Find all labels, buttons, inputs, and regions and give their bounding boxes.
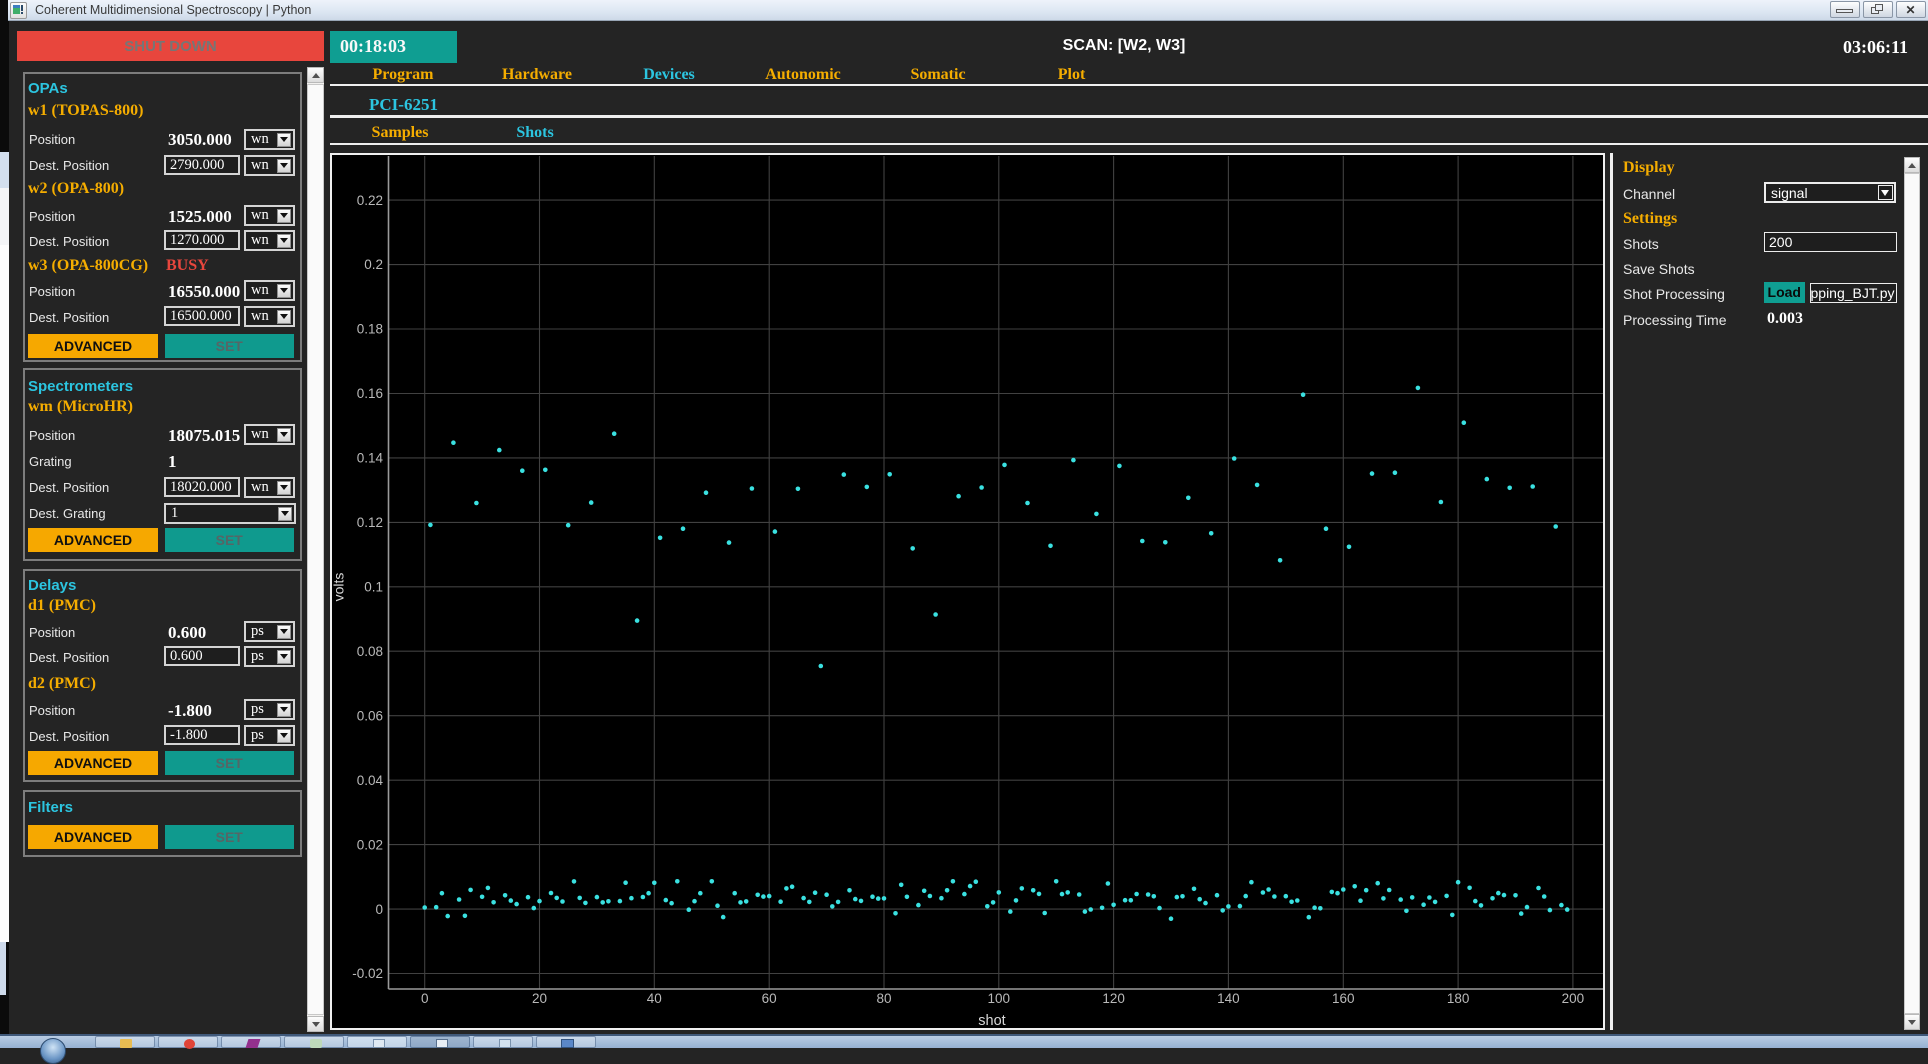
- svg-text:0.2: 0.2: [364, 257, 383, 272]
- svg-text:0.18: 0.18: [357, 322, 383, 337]
- svg-text:180: 180: [1447, 991, 1470, 1006]
- svg-text:shot: shot: [978, 1013, 1005, 1029]
- svg-text:160: 160: [1332, 991, 1355, 1006]
- svg-text:-0.02: -0.02: [352, 966, 383, 981]
- svg-text:0.06: 0.06: [357, 708, 383, 723]
- svg-text:100: 100: [988, 991, 1011, 1006]
- svg-text:0.08: 0.08: [357, 644, 383, 659]
- svg-text:40: 40: [647, 991, 662, 1006]
- svg-text:140: 140: [1217, 991, 1240, 1006]
- svg-text:60: 60: [762, 991, 777, 1006]
- svg-text:0.1: 0.1: [364, 580, 383, 595]
- svg-text:80: 80: [876, 991, 891, 1006]
- svg-text:0.22: 0.22: [357, 193, 383, 208]
- svg-text:0.04: 0.04: [357, 773, 384, 788]
- svg-text:0.16: 0.16: [357, 386, 383, 401]
- svg-text:0.02: 0.02: [357, 837, 383, 852]
- svg-text:volts: volts: [331, 573, 347, 602]
- svg-text:0.14: 0.14: [357, 451, 384, 466]
- svg-text:0: 0: [375, 902, 383, 917]
- svg-text:20: 20: [532, 991, 547, 1006]
- svg-text:200: 200: [1562, 991, 1585, 1006]
- svg-text:120: 120: [1102, 991, 1125, 1006]
- svg-text:0.12: 0.12: [357, 515, 383, 530]
- svg-text:0: 0: [421, 991, 429, 1006]
